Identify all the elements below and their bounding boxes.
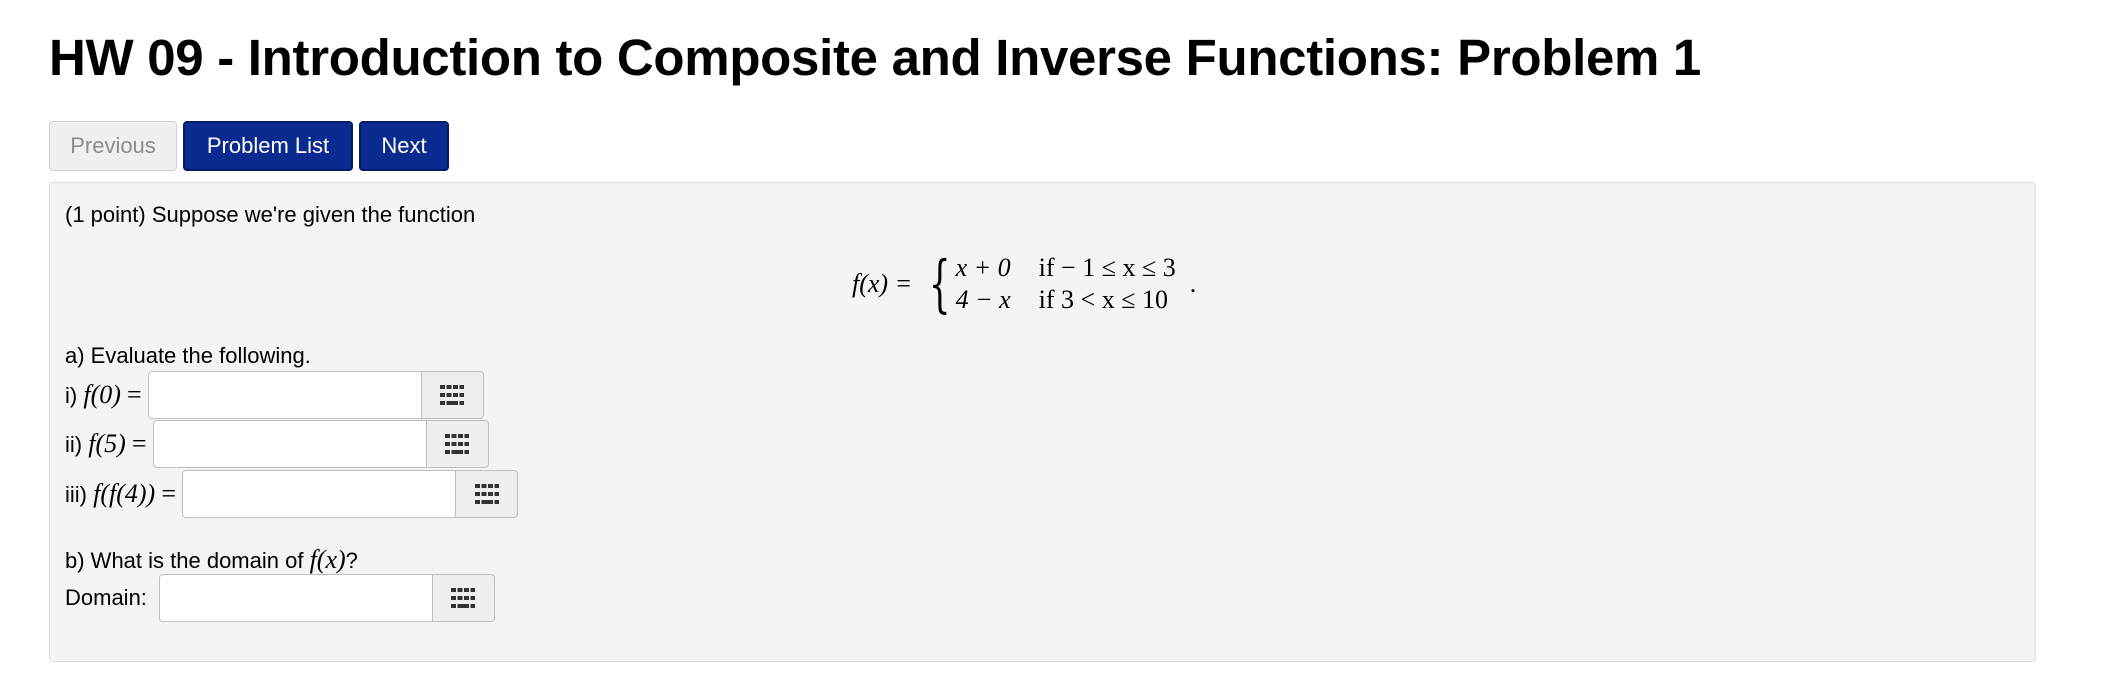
keypad-grid-icon	[445, 434, 470, 454]
domain-label: Domain:	[65, 585, 147, 610]
problem-intro: (1 point) Suppose we're given the functi…	[65, 202, 476, 227]
equals-sign: =	[127, 380, 142, 409]
answer-input-iii[interactable]	[182, 470, 457, 518]
keypad-grid-icon	[440, 385, 465, 405]
previous-button[interactable]: Previous	[49, 121, 177, 171]
next-button[interactable]: Next	[359, 121, 449, 171]
answer-expr: f(f(4))	[93, 479, 156, 508]
case-condition-2: if 3 < x ≤ 10	[1038, 285, 1168, 314]
part-b-suffix: ?	[345, 548, 358, 573]
answer-label-ii: ii) f(5) =	[65, 429, 153, 459]
function-lhs: f(x) =	[852, 269, 913, 298]
part-b-expr: f(x)	[309, 545, 346, 574]
problem-list-button[interactable]: Problem List	[183, 121, 353, 171]
function-period: .	[1189, 269, 1197, 298]
answer-expr: f(0)	[83, 380, 121, 409]
domain-input[interactable]	[158, 574, 433, 622]
case-condition-1: if − 1 ≤ x ≤ 3	[1038, 253, 1176, 282]
case-expr-1: x + 0	[955, 253, 1011, 282]
function-cases: x + 0 if − 1 ≤ x ≤ 3 4 − x if 3 < x ≤ 10	[956, 253, 1176, 315]
part-a-heading: a) Evaluate the following.	[65, 343, 311, 368]
domain-row: Domain:	[65, 574, 495, 622]
answer-prefix: i)	[65, 383, 78, 408]
answer-row-ii: ii) f(5) =	[65, 420, 489, 468]
keypad-grid-icon	[451, 588, 476, 608]
equals-sign: =	[161, 479, 177, 508]
keypad-grid-icon	[474, 484, 499, 504]
equation-editor-button[interactable]	[432, 574, 495, 622]
answer-input-i[interactable]	[147, 371, 422, 419]
piecewise-function: f(x) = { x + 0 if − 1 ≤ x ≤ 3 4 − x if 3…	[852, 253, 1196, 315]
part-b-prefix: b) What is the domain of	[65, 548, 304, 573]
equation-editor-button[interactable]	[426, 420, 489, 468]
part-b-question: b) What is the domain of f(x)?	[65, 545, 358, 575]
case-expr-2: 4 − x	[955, 285, 1011, 314]
answer-row-i: i) f(0) =	[65, 371, 484, 419]
equals-sign: =	[131, 429, 147, 458]
equation-editor-button[interactable]	[456, 470, 519, 518]
answer-label-iii: iii) f(f(4)) =	[65, 479, 182, 509]
answer-row-iii: iii) f(f(4)) =	[65, 470, 519, 518]
answer-prefix: iii)	[65, 482, 87, 507]
cases-brace: {	[929, 247, 951, 320]
answer-label-i: i) f(0) =	[65, 380, 148, 410]
answer-input-ii[interactable]	[152, 420, 427, 468]
equation-editor-button[interactable]	[421, 371, 484, 419]
answer-prefix: ii)	[65, 432, 83, 457]
problem-navigation: Previous Problem List Next	[49, 121, 449, 171]
problem-panel: (1 point) Suppose we're given the functi…	[49, 182, 2036, 662]
answer-expr: f(5)	[88, 429, 126, 458]
page-title: HW 09 - Introduction to Composite and In…	[49, 29, 1701, 86]
